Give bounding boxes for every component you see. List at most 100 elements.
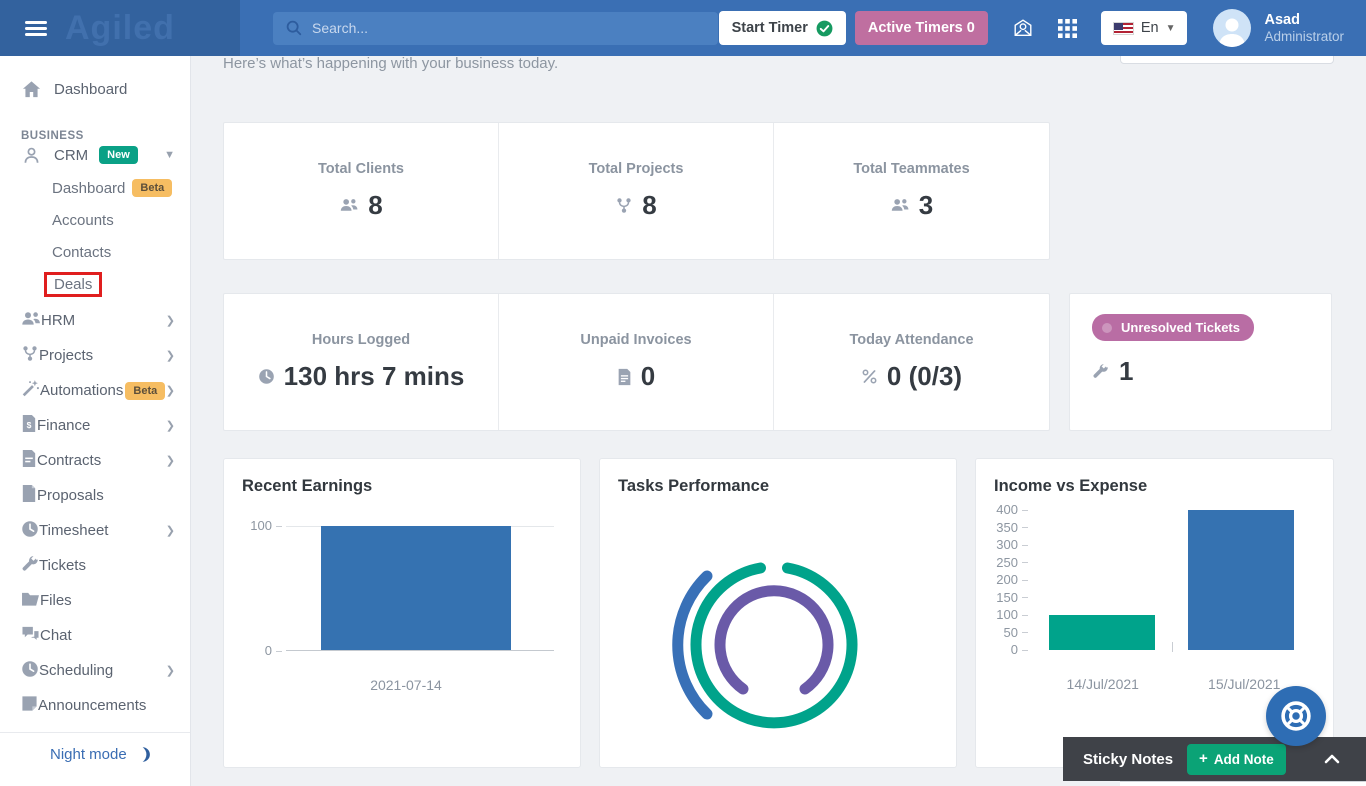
sidebar-item-label: Contracts — [37, 452, 101, 469]
sidebar-item-contracts[interactable]: Contracts ❯ — [0, 443, 190, 478]
chevron-right-icon: ❯ — [166, 524, 175, 537]
sidebar-item-label: Automations — [40, 382, 123, 399]
user-name: Asad — [1264, 11, 1344, 29]
chevron-right-icon: ❯ — [166, 454, 175, 467]
language-selector[interactable]: En ▼ — [1101, 11, 1188, 45]
language-label: En — [1141, 20, 1159, 36]
sidebar-item-label: CRM — [54, 147, 88, 164]
night-mode-toggle[interactable]: Night mode — [0, 732, 190, 763]
sidebar-item-dashboard[interactable]: Dashboard — [0, 72, 190, 106]
sidebar-item-announcements[interactable]: Announcements — [0, 688, 190, 723]
wrench-icon — [21, 555, 39, 577]
sidebar-item-crm-dashboard[interactable]: Dashboard Beta — [0, 172, 190, 204]
users-icon — [21, 310, 41, 332]
deals-highlight-box: Deals — [44, 272, 102, 297]
sidebar-item-tickets[interactable]: Tickets — [0, 548, 190, 583]
sidebar-item-deals[interactable]: Deals — [0, 268, 190, 300]
stat-total-clients[interactable]: Total Clients 8 — [224, 123, 499, 259]
moon-icon — [135, 746, 152, 763]
stat-hours-logged[interactable]: Hours Logged 130 hrs 7 mins — [224, 294, 499, 430]
stats-row-1: Total Clients 8 Total Projects 8 Total T… — [223, 122, 1050, 260]
sidebar-item-label: Dashboard — [52, 180, 125, 197]
stat-total-teammates[interactable]: Total Teammates 3 — [774, 123, 1049, 259]
income-bar[interactable] — [1049, 615, 1155, 650]
stat-value: 8 — [642, 190, 656, 221]
sidebar-item-accounts[interactable]: Accounts — [0, 204, 190, 236]
stat-value: 8 — [368, 190, 382, 221]
user-avatar[interactable] — [1213, 9, 1251, 47]
beta-badge: Beta — [125, 382, 165, 400]
beta-badge: Beta — [132, 179, 172, 197]
sidebar-item-files[interactable]: Files — [0, 583, 190, 618]
search-input[interactable] — [312, 20, 706, 36]
page-subtitle: Here’s what’s happening with your busine… — [223, 55, 558, 72]
sidebar-item-contacts[interactable]: Contacts — [0, 236, 190, 268]
earnings-bar[interactable] — [321, 526, 511, 650]
wrench-icon — [1092, 363, 1109, 380]
help-support-button[interactable] — [1266, 686, 1326, 746]
us-flag-icon — [1113, 22, 1134, 35]
sidebar-item-label: Proposals — [37, 487, 104, 504]
chevron-right-icon: ❯ — [166, 384, 175, 397]
sticky-notes-bar: Sticky Notes + Add Note — [1063, 737, 1366, 781]
sidebar-item-proposals[interactable]: Proposals — [0, 478, 190, 513]
sticky-notes-panel-edge — [1120, 781, 1366, 786]
sidebar-item-projects[interactable]: Projects ❯ — [0, 338, 190, 373]
global-search[interactable] — [273, 12, 718, 45]
chat-bubbles-icon — [21, 625, 40, 646]
expense-bar[interactable] — [1188, 510, 1294, 650]
sidebar-section-business: BUSINESS — [0, 106, 190, 132]
stat-total-projects[interactable]: Total Projects 8 — [499, 123, 774, 259]
sidebar-item-label: Announcements — [38, 697, 146, 714]
sidebar-item-crm[interactable]: CRM New ▼ — [0, 138, 190, 172]
sidebar-item-scheduling[interactable]: Scheduling ❯ — [0, 653, 190, 688]
sidebar-item-timesheet[interactable]: Timesheet ❯ — [0, 513, 190, 548]
chart-title: Recent Earnings — [242, 477, 562, 496]
unresolved-tickets-card[interactable]: Unresolved Tickets 1 — [1069, 293, 1332, 431]
sidebar-item-label: Chat — [40, 627, 72, 644]
sidebar-item-hrm[interactable]: HRM ❯ — [0, 303, 190, 338]
unresolved-tickets-badge: Unresolved Tickets — [1092, 314, 1254, 341]
file-icon — [21, 484, 37, 507]
apps-grid-icon[interactable] — [1058, 19, 1077, 38]
tasks-performance-donut[interactable] — [600, 459, 958, 751]
active-timers-button[interactable]: Active Timers 0 — [855, 11, 988, 45]
users-icon — [890, 197, 910, 214]
user-info[interactable]: Asad Administrator — [1264, 11, 1344, 46]
hamburger-menu-icon[interactable] — [25, 18, 47, 39]
chart-title: Income vs Expense — [994, 477, 1315, 496]
recent-earnings-y-axis: 1000 — [246, 519, 286, 658]
sidebar-item-label: Dashboard — [54, 81, 127, 98]
start-timer-label: Start Timer — [732, 20, 808, 36]
sidebar-item-finance[interactable]: $ Finance ❯ — [0, 408, 190, 443]
collapse-chevron-up-icon[interactable] — [1324, 754, 1340, 764]
chevron-down-icon: ▼ — [1166, 23, 1176, 34]
x-axis-label: 2021-07-14 — [286, 677, 526, 693]
code-branch-icon — [21, 344, 39, 367]
plus-icon: + — [1199, 754, 1208, 764]
chevron-right-icon: ❯ — [166, 419, 175, 432]
sidebar-item-automations[interactable]: Automations Beta ❯ — [0, 373, 190, 408]
stat-value: 130 hrs 7 mins — [284, 361, 465, 392]
sidebar-item-chat[interactable]: Chat — [0, 618, 190, 653]
sticky-notes-title: Sticky Notes — [1083, 751, 1173, 768]
home-icon — [21, 80, 41, 99]
recent-earnings-plot — [286, 526, 554, 651]
stat-value: 0 — [641, 361, 655, 392]
sidebar-item-label: Scheduling — [39, 662, 113, 679]
stat-label: Unpaid Invoices — [580, 332, 691, 348]
start-timer-button[interactable]: Start Timer — [719, 11, 846, 45]
add-note-button[interactable]: + Add Note — [1187, 744, 1286, 775]
folder-icon — [21, 591, 40, 611]
chevron-right-icon: ❯ — [166, 349, 175, 362]
income-expense-y-axis: 400350300250200150100500 — [996, 503, 1032, 657]
inbox-envelope-icon[interactable] — [1012, 17, 1034, 39]
stat-unpaid-invoices[interactable]: Unpaid Invoices 0 — [499, 294, 774, 430]
stat-today-attendance[interactable]: Today Attendance 0 (0/3) — [774, 294, 1049, 430]
life-ring-icon — [1278, 698, 1314, 734]
income-expense-plot — [1032, 510, 1311, 650]
sidebar-item-label: Files — [40, 592, 72, 609]
main-content: Hi, Asad Here’s what’s happening with yo… — [191, 0, 1366, 768]
invoice-dollar-icon: $ — [21, 414, 37, 437]
chevron-right-icon: ❯ — [166, 664, 175, 677]
